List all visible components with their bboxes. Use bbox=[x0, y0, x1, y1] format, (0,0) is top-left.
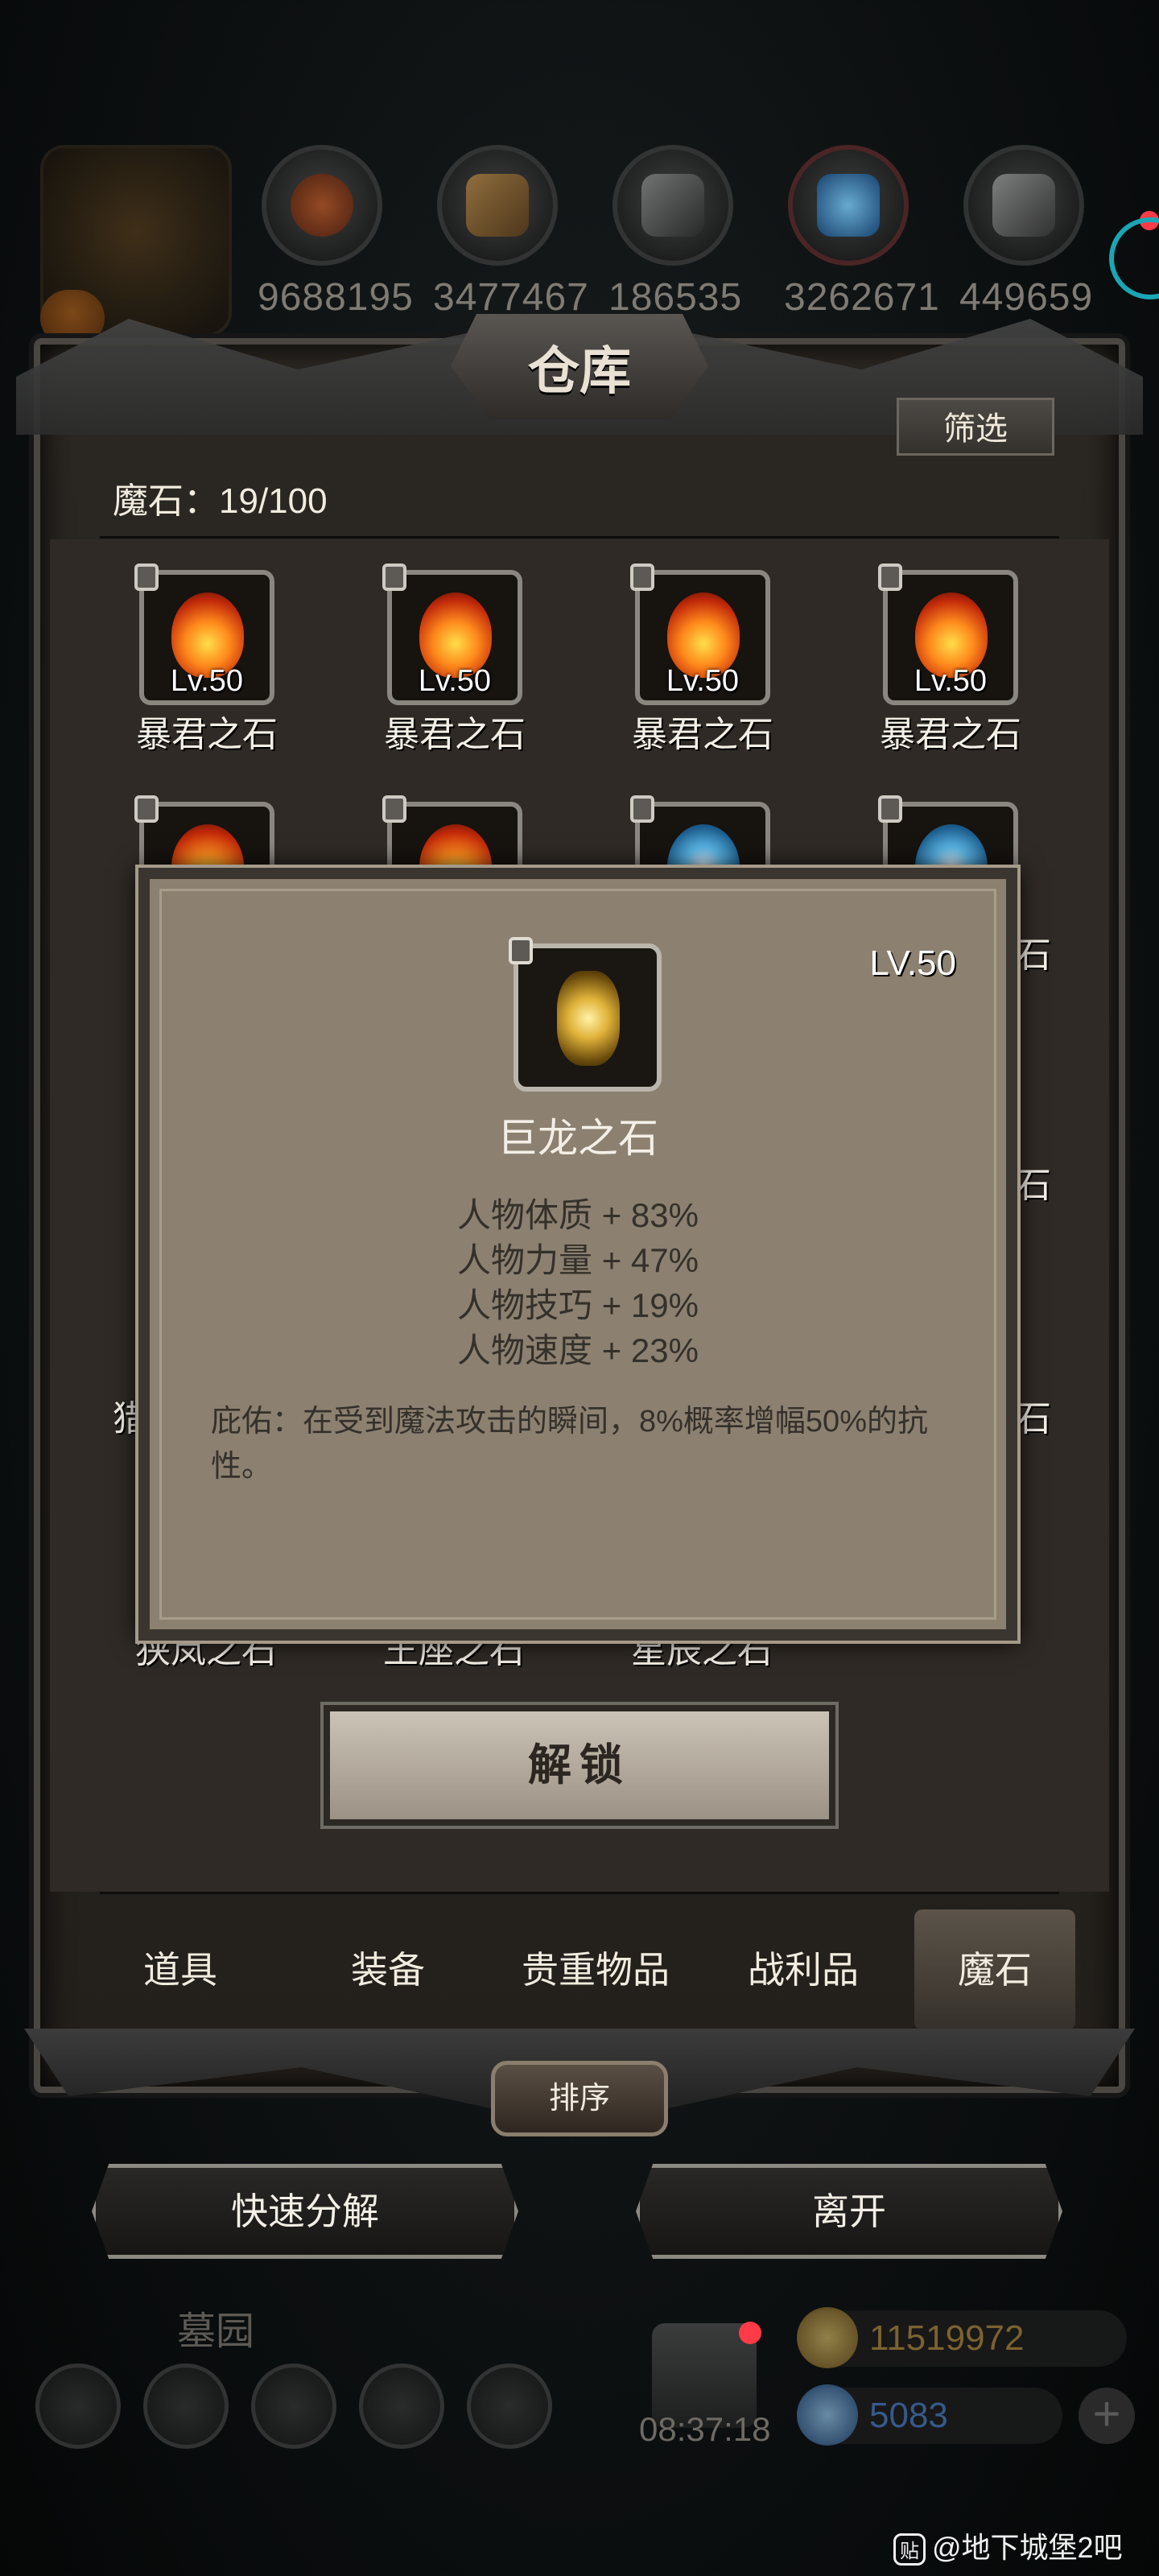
guild-icon[interactable] bbox=[251, 2363, 336, 2449]
resource-value: 3477467 bbox=[433, 276, 589, 319]
location-label: 墓园 bbox=[177, 2310, 255, 2353]
lock-icon bbox=[878, 795, 902, 823]
lock-icon bbox=[382, 795, 406, 823]
meat-icon bbox=[262, 145, 382, 266]
sort-button[interactable]: 排序 bbox=[491, 2061, 668, 2136]
player-avatar[interactable] bbox=[40, 145, 232, 346]
wood-icon bbox=[437, 145, 558, 266]
filter-button[interactable]: 筛选 bbox=[897, 398, 1054, 456]
crystal-icon bbox=[788, 145, 909, 266]
gold-coin-icon bbox=[797, 2307, 858, 2368]
resource-wood[interactable]: 3477467 bbox=[433, 145, 589, 320]
stone-level: Lv.50 bbox=[418, 664, 492, 698]
gem-icon bbox=[797, 2384, 858, 2446]
gift-timer: 08:37:18 bbox=[639, 2410, 771, 2448]
slot-name-peek: 石 bbox=[1016, 935, 1051, 975]
item-level: LV.50 bbox=[869, 943, 956, 983]
stat-skill: 人物技巧 + 19% bbox=[457, 1286, 699, 1324]
stone-frame: Lv.50 bbox=[134, 564, 274, 705]
panel-title: 仓库 bbox=[528, 341, 631, 402]
resource-crystal[interactable]: 3262671 bbox=[784, 145, 940, 320]
tab-magic-stones[interactable]: 魔石 bbox=[914, 1909, 1075, 2030]
tab-equipment[interactable]: 装备 bbox=[291, 1909, 485, 2030]
stone-level: Lv.50 bbox=[914, 664, 988, 698]
category-tabs: 道具 装备 贵重物品 战利品 魔石 bbox=[84, 1909, 1082, 2030]
resource-value: 3262671 bbox=[784, 276, 940, 319]
resource-iron[interactable]: 449659 bbox=[959, 145, 1094, 320]
stone-slot[interactable]: Lv.50 暴君之石 bbox=[626, 564, 779, 757]
stat-constitution: 人物体质 + 83% bbox=[457, 1196, 699, 1234]
gem-amount: 5083 bbox=[869, 2396, 948, 2435]
shop-icon[interactable] bbox=[467, 2363, 552, 2449]
mail-icon[interactable] bbox=[359, 2363, 444, 2449]
resource-value: 186535 bbox=[608, 276, 743, 319]
lock-icon bbox=[509, 937, 533, 964]
divider bbox=[100, 1892, 1059, 1894]
stone-icon bbox=[612, 145, 733, 266]
stone-frame: Lv.50 bbox=[630, 564, 770, 705]
lock-icon bbox=[630, 564, 654, 591]
stone-slot[interactable]: Lv.50 暴君之石 bbox=[378, 564, 531, 757]
stone-count: 魔石：19/100 bbox=[113, 481, 328, 521]
tab-items[interactable]: 道具 bbox=[84, 1909, 277, 2030]
stone-name: 暴君之石 bbox=[136, 715, 278, 754]
item-tooltip: LV.50 巨龙之石 人物体质 + 83% 人物力量 + 47% 人物技巧 + … bbox=[138, 868, 1017, 1641]
stone-level: Lv.50 bbox=[170, 664, 244, 698]
tab-spoils[interactable]: 战利品 bbox=[707, 1909, 900, 2030]
stat-speed: 人物速度 + 23% bbox=[457, 1331, 699, 1369]
quest-icon[interactable] bbox=[143, 2363, 229, 2449]
stone-slot[interactable]: Lv.50 暴君之石 bbox=[130, 564, 283, 757]
stone-name: 暴君之石 bbox=[632, 715, 773, 754]
stone-frame: Lv.50 bbox=[382, 564, 522, 705]
gold-amount: 11519972 bbox=[869, 2318, 1025, 2358]
lock-icon bbox=[134, 564, 159, 591]
quick-decompose-button[interactable]: 快速分解 bbox=[92, 2164, 518, 2259]
item-name: 巨龙之石 bbox=[497, 1116, 658, 1161]
item-stats: 人物体质 + 83% 人物力量 + 47% 人物技巧 + 19% 人物速度 + … bbox=[150, 1193, 1006, 1373]
stone-level: Lv.50 bbox=[666, 664, 740, 698]
dragon-stone-icon bbox=[557, 971, 620, 1066]
stone-frame: Lv.50 bbox=[878, 564, 1018, 705]
stone-name: 暴君之石 bbox=[384, 715, 526, 754]
resource-stone[interactable]: 186535 bbox=[608, 145, 743, 320]
iron-icon bbox=[963, 145, 1084, 266]
watermark: 贴 @地下城堡2吧 bbox=[893, 2524, 1123, 2566]
resource-value: 9688195 bbox=[258, 276, 414, 319]
stone-slot[interactable]: Lv.50 暴君之石 bbox=[874, 564, 1027, 757]
slot-name-peek: 石 bbox=[1016, 1166, 1051, 1205]
resource-meat[interactable]: 9688195 bbox=[258, 145, 414, 320]
item-frame bbox=[509, 937, 662, 1092]
add-currency-button[interactable]: + bbox=[1079, 2388, 1135, 2444]
lock-icon bbox=[134, 795, 159, 823]
slot-name-peek: 石 bbox=[1016, 1399, 1051, 1439]
divider bbox=[100, 536, 1059, 539]
tab-valuables[interactable]: 贵重物品 bbox=[499, 1909, 692, 2030]
notification-dot bbox=[739, 2322, 761, 2344]
resource-value: 449659 bbox=[959, 276, 1094, 319]
resource-bar: 9688195 3477467 186535 3262671 449659 bbox=[0, 121, 1159, 346]
lock-icon bbox=[630, 795, 654, 823]
lock-icon bbox=[382, 564, 406, 591]
leave-button[interactable]: 离开 bbox=[636, 2164, 1062, 2259]
stone-name: 暴君之石 bbox=[880, 715, 1021, 754]
item-description: 庇佑：在受到魔法攻击的瞬间，8%概率增幅50%的抗性。 bbox=[211, 1405, 928, 1484]
settings-icon[interactable] bbox=[35, 2363, 121, 2449]
lock-icon bbox=[878, 564, 902, 591]
stat-strength: 人物力量 + 47% bbox=[457, 1241, 699, 1279]
watermark-text: @地下城堡2吧 bbox=[932, 2531, 1123, 2564]
tieba-badge-icon: 贴 bbox=[893, 2533, 926, 2566]
unlock-button[interactable]: 解锁 bbox=[324, 1705, 835, 1826]
